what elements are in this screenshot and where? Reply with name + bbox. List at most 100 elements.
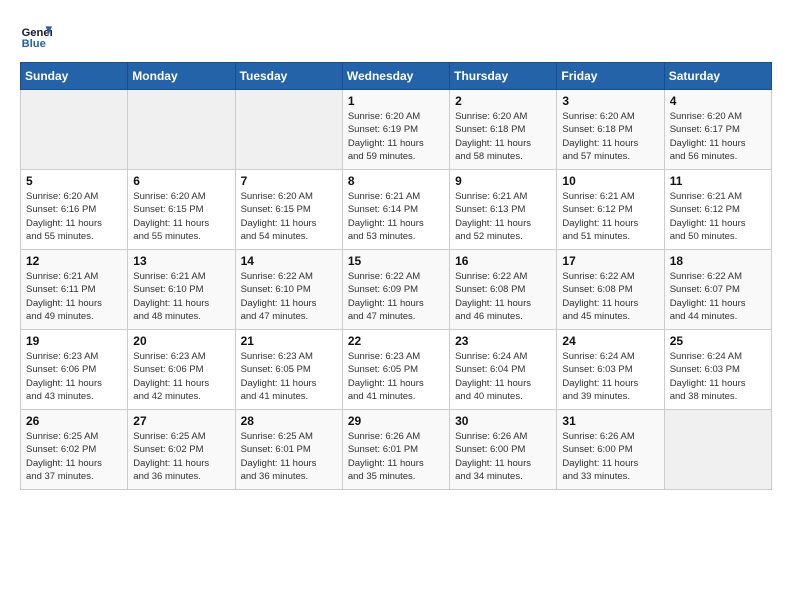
calendar-cell: 24 Sunrise: 6:24 AM Sunset: 6:03 PM Dayli… xyxy=(557,330,664,410)
logo: General Blue xyxy=(20,20,56,52)
day-number: 11 xyxy=(670,174,766,188)
day-info: Sunrise: 6:24 AM Sunset: 6:03 PM Dayligh… xyxy=(670,350,766,403)
calendar-cell: 28 Sunrise: 6:25 AM Sunset: 6:01 PM Dayli… xyxy=(235,410,342,490)
svg-text:Blue: Blue xyxy=(22,38,46,50)
day-number: 15 xyxy=(348,254,444,268)
day-number: 25 xyxy=(670,334,766,348)
calendar-cell: 8 Sunrise: 6:21 AM Sunset: 6:14 PM Daylig… xyxy=(342,170,449,250)
calendar-cell: 11 Sunrise: 6:21 AM Sunset: 6:12 PM Dayli… xyxy=(664,170,771,250)
day-number: 18 xyxy=(670,254,766,268)
day-number: 20 xyxy=(133,334,229,348)
day-number: 1 xyxy=(348,94,444,108)
day-number: 29 xyxy=(348,414,444,428)
week-row-1: 1 Sunrise: 6:20 AM Sunset: 6:19 PM Daylig… xyxy=(21,90,772,170)
day-info: Sunrise: 6:24 AM Sunset: 6:04 PM Dayligh… xyxy=(455,350,551,403)
day-number: 19 xyxy=(26,334,122,348)
calendar-cell: 4Sunrise: 6:20 AM Sunset: 6:17 PM Daylig… xyxy=(664,90,771,170)
day-number: 9 xyxy=(455,174,551,188)
day-info: Sunrise: 6:20 AM Sunset: 6:16 PM Dayligh… xyxy=(26,190,122,243)
day-info: Sunrise: 6:25 AM Sunset: 6:02 PM Dayligh… xyxy=(133,430,229,483)
day-number: 16 xyxy=(455,254,551,268)
day-info: Sunrise: 6:21 AM Sunset: 6:12 PM Dayligh… xyxy=(562,190,658,243)
day-header-wednesday: Wednesday xyxy=(342,63,449,90)
calendar-cell: 13 Sunrise: 6:21 AM Sunset: 6:10 PM Dayli… xyxy=(128,250,235,330)
day-number: 3 xyxy=(562,94,658,108)
day-info: Sunrise: 6:26 AM Sunset: 6:00 PM Dayligh… xyxy=(562,430,658,483)
day-info: Sunrise: 6:23 AM Sunset: 6:06 PM Dayligh… xyxy=(133,350,229,403)
day-number: 24 xyxy=(562,334,658,348)
calendar-cell: 16 Sunrise: 6:22 AM Sunset: 6:08 PM Dayli… xyxy=(450,250,557,330)
day-info: Sunrise: 6:23 AM Sunset: 6:05 PM Dayligh… xyxy=(241,350,337,403)
day-number: 12 xyxy=(26,254,122,268)
calendar-cell xyxy=(128,90,235,170)
calendar-cell: 6 Sunrise: 6:20 AM Sunset: 6:15 PM Daylig… xyxy=(128,170,235,250)
calendar-cell: 25 Sunrise: 6:24 AM Sunset: 6:03 PM Dayli… xyxy=(664,330,771,410)
day-header-tuesday: Tuesday xyxy=(235,63,342,90)
calendar-cell: 19 Sunrise: 6:23 AM Sunset: 6:06 PM Dayli… xyxy=(21,330,128,410)
calendar-cell: 21 Sunrise: 6:23 AM Sunset: 6:05 PM Dayli… xyxy=(235,330,342,410)
calendar-cell: 15 Sunrise: 6:22 AM Sunset: 6:09 PM Dayli… xyxy=(342,250,449,330)
day-info: Sunrise: 6:22 AM Sunset: 6:07 PM Dayligh… xyxy=(670,270,766,323)
day-number: 14 xyxy=(241,254,337,268)
day-info: Sunrise: 6:21 AM Sunset: 6:11 PM Dayligh… xyxy=(26,270,122,323)
day-number: 2 xyxy=(455,94,551,108)
day-info: Sunrise: 6:26 AM Sunset: 6:00 PM Dayligh… xyxy=(455,430,551,483)
calendar-cell: 29 Sunrise: 6:26 AM Sunset: 6:01 PM Dayli… xyxy=(342,410,449,490)
day-info: Sunrise: 6:20 AM Sunset: 6:18 PM Dayligh… xyxy=(455,110,551,163)
day-info: Sunrise: 6:21 AM Sunset: 6:10 PM Dayligh… xyxy=(133,270,229,323)
calendar-cell: 22Sunrise: 6:23 AM Sunset: 6:05 PM Dayli… xyxy=(342,330,449,410)
calendar-cell: 18 Sunrise: 6:22 AM Sunset: 6:07 PM Dayli… xyxy=(664,250,771,330)
day-info: Sunrise: 6:21 AM Sunset: 6:14 PM Dayligh… xyxy=(348,190,444,243)
week-row-2: 5 Sunrise: 6:20 AM Sunset: 6:16 PM Daylig… xyxy=(21,170,772,250)
calendar-cell: 3 Sunrise: 6:20 AM Sunset: 6:18 PM Daylig… xyxy=(557,90,664,170)
logo-icon: General Blue xyxy=(20,20,52,52)
day-number: 26 xyxy=(26,414,122,428)
calendar-cell: 9 Sunrise: 6:21 AM Sunset: 6:13 PM Daylig… xyxy=(450,170,557,250)
calendar-cell: 5 Sunrise: 6:20 AM Sunset: 6:16 PM Daylig… xyxy=(21,170,128,250)
calendar-table: SundayMondayTuesdayWednesdayThursdayFrid… xyxy=(20,62,772,490)
week-row-4: 19 Sunrise: 6:23 AM Sunset: 6:06 PM Dayli… xyxy=(21,330,772,410)
calendar-header-row: SundayMondayTuesdayWednesdayThursdayFrid… xyxy=(21,63,772,90)
day-number: 28 xyxy=(241,414,337,428)
day-info: Sunrise: 6:22 AM Sunset: 6:08 PM Dayligh… xyxy=(562,270,658,323)
calendar-cell: 26 Sunrise: 6:25 AM Sunset: 6:02 PM Dayli… xyxy=(21,410,128,490)
calendar-cell xyxy=(235,90,342,170)
day-info: Sunrise: 6:21 AM Sunset: 6:12 PM Dayligh… xyxy=(670,190,766,243)
day-header-friday: Friday xyxy=(557,63,664,90)
day-info: Sunrise: 6:23 AM Sunset: 6:06 PM Dayligh… xyxy=(26,350,122,403)
day-info: Sunrise: 6:20 AM Sunset: 6:19 PM Dayligh… xyxy=(348,110,444,163)
week-row-5: 26 Sunrise: 6:25 AM Sunset: 6:02 PM Dayli… xyxy=(21,410,772,490)
day-number: 13 xyxy=(133,254,229,268)
day-info: Sunrise: 6:20 AM Sunset: 6:15 PM Dayligh… xyxy=(133,190,229,243)
calendar-cell: 17 Sunrise: 6:22 AM Sunset: 6:08 PM Dayli… xyxy=(557,250,664,330)
day-info: Sunrise: 6:22 AM Sunset: 6:08 PM Dayligh… xyxy=(455,270,551,323)
day-number: 31 xyxy=(562,414,658,428)
day-info: Sunrise: 6:26 AM Sunset: 6:01 PM Dayligh… xyxy=(348,430,444,483)
calendar-cell: 12 Sunrise: 6:21 AM Sunset: 6:11 PM Dayli… xyxy=(21,250,128,330)
day-number: 6 xyxy=(133,174,229,188)
calendar-cell: 14Sunrise: 6:22 AM Sunset: 6:10 PM Dayli… xyxy=(235,250,342,330)
day-number: 8 xyxy=(348,174,444,188)
day-header-sunday: Sunday xyxy=(21,63,128,90)
calendar-cell: 2 Sunrise: 6:20 AM Sunset: 6:18 PM Daylig… xyxy=(450,90,557,170)
day-number: 21 xyxy=(241,334,337,348)
calendar-cell: 27 Sunrise: 6:25 AM Sunset: 6:02 PM Dayli… xyxy=(128,410,235,490)
day-info: Sunrise: 6:24 AM Sunset: 6:03 PM Dayligh… xyxy=(562,350,658,403)
day-number: 27 xyxy=(133,414,229,428)
calendar-cell: 10Sunrise: 6:21 AM Sunset: 6:12 PM Dayli… xyxy=(557,170,664,250)
day-number: 5 xyxy=(26,174,122,188)
day-header-saturday: Saturday xyxy=(664,63,771,90)
calendar-body: 1 Sunrise: 6:20 AM Sunset: 6:19 PM Daylig… xyxy=(21,90,772,490)
day-number: 17 xyxy=(562,254,658,268)
calendar-cell: 20 Sunrise: 6:23 AM Sunset: 6:06 PM Dayli… xyxy=(128,330,235,410)
day-header-monday: Monday xyxy=(128,63,235,90)
day-header-thursday: Thursday xyxy=(450,63,557,90)
day-info: Sunrise: 6:22 AM Sunset: 6:09 PM Dayligh… xyxy=(348,270,444,323)
calendar-cell: 23Sunrise: 6:24 AM Sunset: 6:04 PM Dayli… xyxy=(450,330,557,410)
week-row-3: 12 Sunrise: 6:21 AM Sunset: 6:11 PM Dayli… xyxy=(21,250,772,330)
day-info: Sunrise: 6:25 AM Sunset: 6:02 PM Dayligh… xyxy=(26,430,122,483)
day-info: Sunrise: 6:25 AM Sunset: 6:01 PM Dayligh… xyxy=(241,430,337,483)
day-info: Sunrise: 6:21 AM Sunset: 6:13 PM Dayligh… xyxy=(455,190,551,243)
calendar-cell xyxy=(664,410,771,490)
day-info: Sunrise: 6:20 AM Sunset: 6:18 PM Dayligh… xyxy=(562,110,658,163)
